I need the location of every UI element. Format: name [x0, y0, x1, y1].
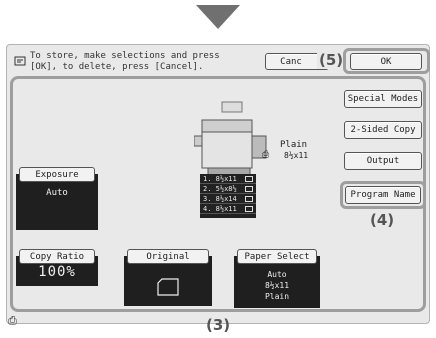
ok-button-label: OK	[380, 56, 392, 67]
special-modes-button[interactable]: Special Modes	[344, 90, 422, 108]
tray-icon	[245, 205, 253, 212]
original-page-icon	[157, 278, 179, 296]
tray-item[interactable]: 3. 8½x14	[200, 194, 256, 204]
paper-size-text: 8½x11	[284, 151, 309, 160]
copy-ratio-label: Copy Ratio	[29, 251, 85, 262]
tray-icon	[245, 195, 253, 202]
output-label: Output	[366, 156, 400, 166]
copy-ratio-value: 100%	[38, 264, 76, 280]
exposure-button[interactable]: Exposure	[19, 167, 95, 182]
exposure-label: Exposure	[35, 169, 79, 180]
tray-label: 2. 5½x8½	[203, 184, 237, 193]
paper-select-type: Plain	[264, 292, 290, 301]
tray-icon	[245, 175, 253, 182]
ok-button[interactable]: OK	[350, 53, 422, 70]
tray-label: 4. 8½x11	[203, 204, 237, 213]
program-name-label: Program Name	[350, 190, 416, 200]
paper-tray-list: 1. 8½x11 2. 5½x8½ 3. 8½x14 4. 8½x11	[200, 174, 256, 218]
message-icon	[14, 55, 26, 70]
original-button[interactable]: Original	[127, 249, 209, 264]
paper-select-mode: Auto	[267, 270, 287, 279]
tray-icon	[245, 185, 253, 192]
output-button[interactable]: Output	[344, 152, 422, 170]
tray-item[interactable]: 1. 8½x11	[200, 174, 256, 184]
program-name-button[interactable]: Program Name	[345, 186, 421, 204]
paper-type-text: Plain	[280, 140, 308, 150]
two-sided-copy-label: 2-Sided Copy	[350, 125, 416, 135]
tray-label: 1. 8½x11	[203, 174, 237, 183]
two-sided-copy-button[interactable]: 2-Sided Copy	[344, 121, 422, 139]
exposure-panel[interactable]: Auto	[16, 174, 98, 230]
exposure-value: Auto	[46, 188, 68, 198]
instruction-message: To store, make selections and press [OK]…	[30, 51, 220, 72]
tray-item[interactable]: 2. 5½x8½	[200, 184, 256, 194]
tray-label: 3. 8½x14	[203, 194, 237, 203]
special-modes-label: Special Modes	[347, 94, 419, 104]
output-tray-icon: ⎙	[262, 150, 270, 160]
cancel-button-label: Canc	[280, 56, 302, 67]
callout-3: (3)	[206, 316, 231, 334]
callout-4: (4)	[370, 211, 395, 229]
callout-5: (5)	[317, 51, 346, 69]
down-arrow-icon	[196, 5, 240, 29]
paper-select-button[interactable]: Paper Select	[237, 249, 317, 264]
side-marker-icon: ⎙	[8, 314, 17, 327]
tray-item[interactable]: 4. 8½x11	[200, 204, 256, 214]
original-label: Original	[146, 251, 190, 262]
paper-select-size: 8½x11	[264, 281, 290, 290]
paper-select-label: Paper Select	[244, 251, 310, 262]
copy-ratio-button[interactable]: Copy Ratio	[19, 249, 95, 264]
